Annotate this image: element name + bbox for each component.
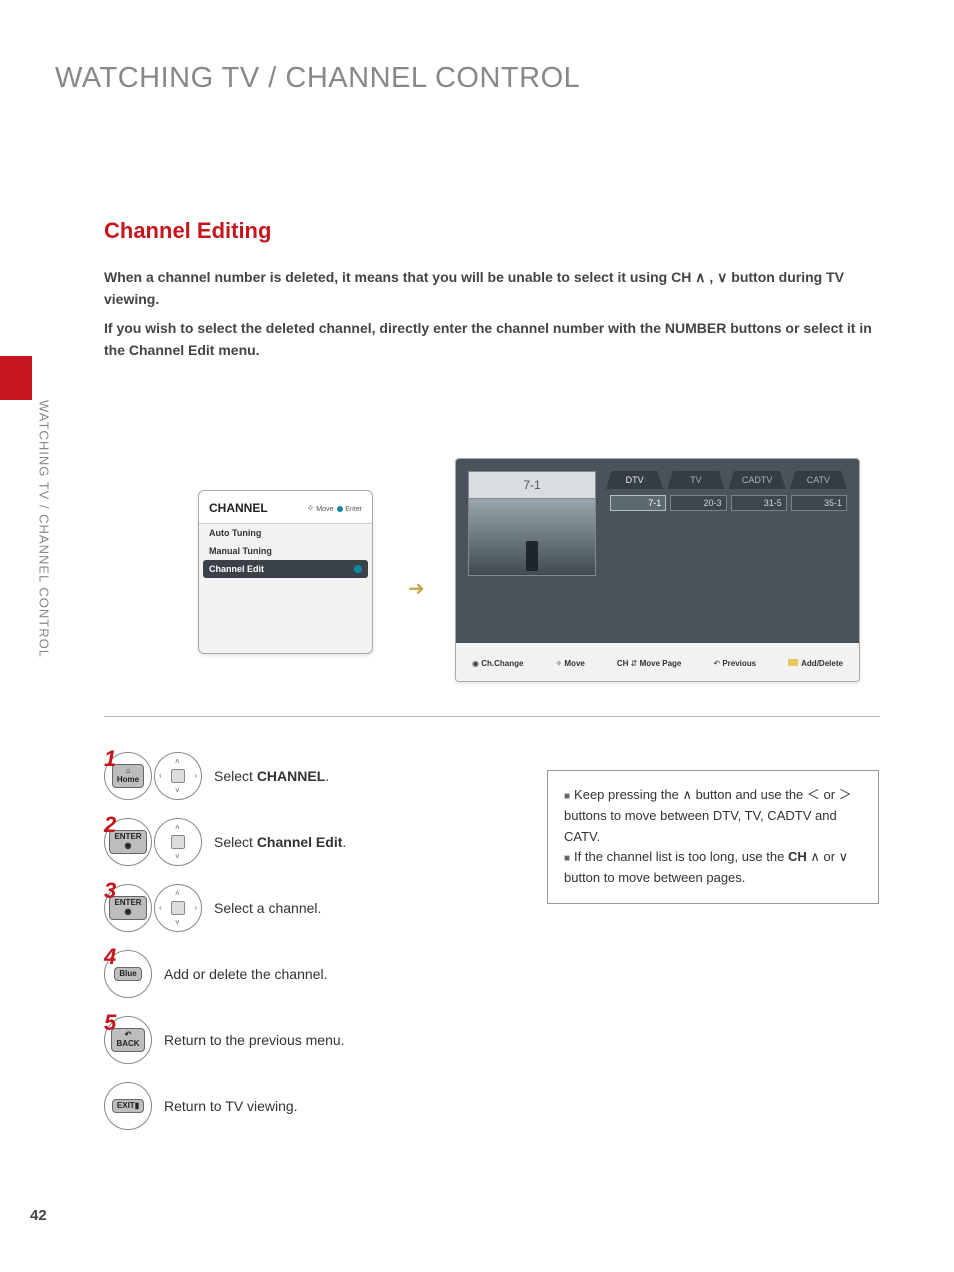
step-number: 2 (104, 812, 116, 838)
enter-dot-icon (354, 565, 362, 573)
step-1: 1 ⌂Home ˄˅‹› Select CHANNEL. (104, 752, 524, 800)
section-heading: Channel Editing (104, 218, 271, 244)
channel-cell[interactable]: 20-3 (670, 495, 726, 511)
step-3: 3 ENTER◉ ˄˅‹› Select a channel. (104, 884, 524, 932)
page-number: 42 (30, 1207, 47, 1224)
step-exit: EXIT▮ Return to TV viewing. (104, 1082, 524, 1130)
tips-box: ■Keep pressing the ∧ button and use the … (547, 770, 879, 904)
page-title: WATCHING TV / CHANNEL CONTROL (55, 62, 580, 95)
footer-previous: ↶ Previous (713, 659, 756, 668)
nav-updown-button[interactable]: ˄˅ (154, 818, 202, 866)
channel-cell[interactable]: 7-1 (610, 495, 666, 511)
osd-edit-footer: ◉ Ch.Change ✧ Move CH ⇵ Move Page ↶ Prev… (456, 643, 859, 682)
intro-paragraph-1: When a channel number is deleted, it mea… (104, 266, 880, 311)
osd-menu-title: CHANNEL (209, 501, 268, 515)
tab-cadtv[interactable]: CADTV (729, 471, 786, 489)
step-number: 3 (104, 878, 116, 904)
tip-2: ■If the channel list is too long, use th… (564, 847, 862, 889)
step-number: 1 (104, 746, 116, 772)
osd-menu-item-auto-tuning[interactable]: Auto Tuning (199, 524, 372, 542)
osd-channel-edit-screen: 7-1 DTV TV CADTV CATV 7-1 20-3 31-5 35-1… (455, 458, 860, 682)
tip-1: ■Keep pressing the ∧ button and use the … (564, 785, 862, 847)
step-text: Select a channel. (214, 900, 321, 916)
footer-movepage: CH ⇵ Move Page (617, 659, 682, 668)
step-number: 4 (104, 944, 116, 970)
step-4: 4 Blue Add or delete the channel. (104, 950, 524, 998)
tab-tv[interactable]: TV (667, 471, 724, 489)
intro-paragraph-2: If you wish to select the deleted channe… (104, 317, 880, 362)
step-5: 5 ↶BACK Return to the previous menu. (104, 1016, 524, 1064)
step-number: 5 (104, 1010, 116, 1036)
footer-move: ✧ Move (555, 659, 584, 668)
osd-menu-item-channel-edit[interactable]: Channel Edit (203, 560, 368, 578)
step-text: Add or delete the channel. (164, 966, 327, 982)
osd-menu-item-label: Channel Edit (209, 564, 264, 574)
tab-dtv[interactable]: DTV (606, 471, 663, 489)
osd-menu-item-manual-tuning[interactable]: Manual Tuning (199, 542, 372, 560)
instruction-steps: 1 ⌂Home ˄˅‹› Select CHANNEL. 2 ENTER◉ ˄˅… (104, 752, 524, 1148)
tab-catv[interactable]: CATV (790, 471, 847, 489)
preview-channel-number: 7-1 (468, 471, 596, 498)
osd-menu-hints: ✧ Move Enter (307, 503, 362, 514)
step-text: Return to the previous menu. (164, 1032, 345, 1048)
step-text: Select CHANNEL. (214, 768, 329, 784)
channel-cell[interactable]: 35-1 (791, 495, 847, 511)
step-2: 2 ENTER◉ ˄˅ Select Channel Edit. (104, 818, 524, 866)
intro-text: When a channel number is deleted, it mea… (104, 266, 880, 362)
channel-preview: 7-1 (468, 471, 596, 631)
preview-thumbnail (468, 498, 596, 576)
nav-all-button[interactable]: ˄˅‹› (154, 884, 202, 932)
red-section-tab (0, 356, 32, 400)
nav-leftright-button[interactable]: ˄˅‹› (154, 752, 202, 800)
step-text: Select Channel Edit. (214, 834, 346, 850)
step-text: Return to TV viewing. (164, 1098, 298, 1114)
osd-channel-menu: CHANNEL ✧ Move Enter Auto Tuning Manual … (198, 490, 373, 654)
section-divider (104, 716, 880, 717)
footer-chchange: ◉ Ch.Change (472, 659, 523, 668)
sidebar-section-label: WATCHING TV / CHANNEL CONTROL (32, 400, 56, 720)
footer-adddelete: Add/Delete (788, 659, 843, 668)
arrow-right-icon: ➜ (408, 576, 425, 601)
exit-button[interactable]: EXIT▮ (104, 1082, 152, 1130)
channel-cell[interactable]: 31-5 (731, 495, 787, 511)
